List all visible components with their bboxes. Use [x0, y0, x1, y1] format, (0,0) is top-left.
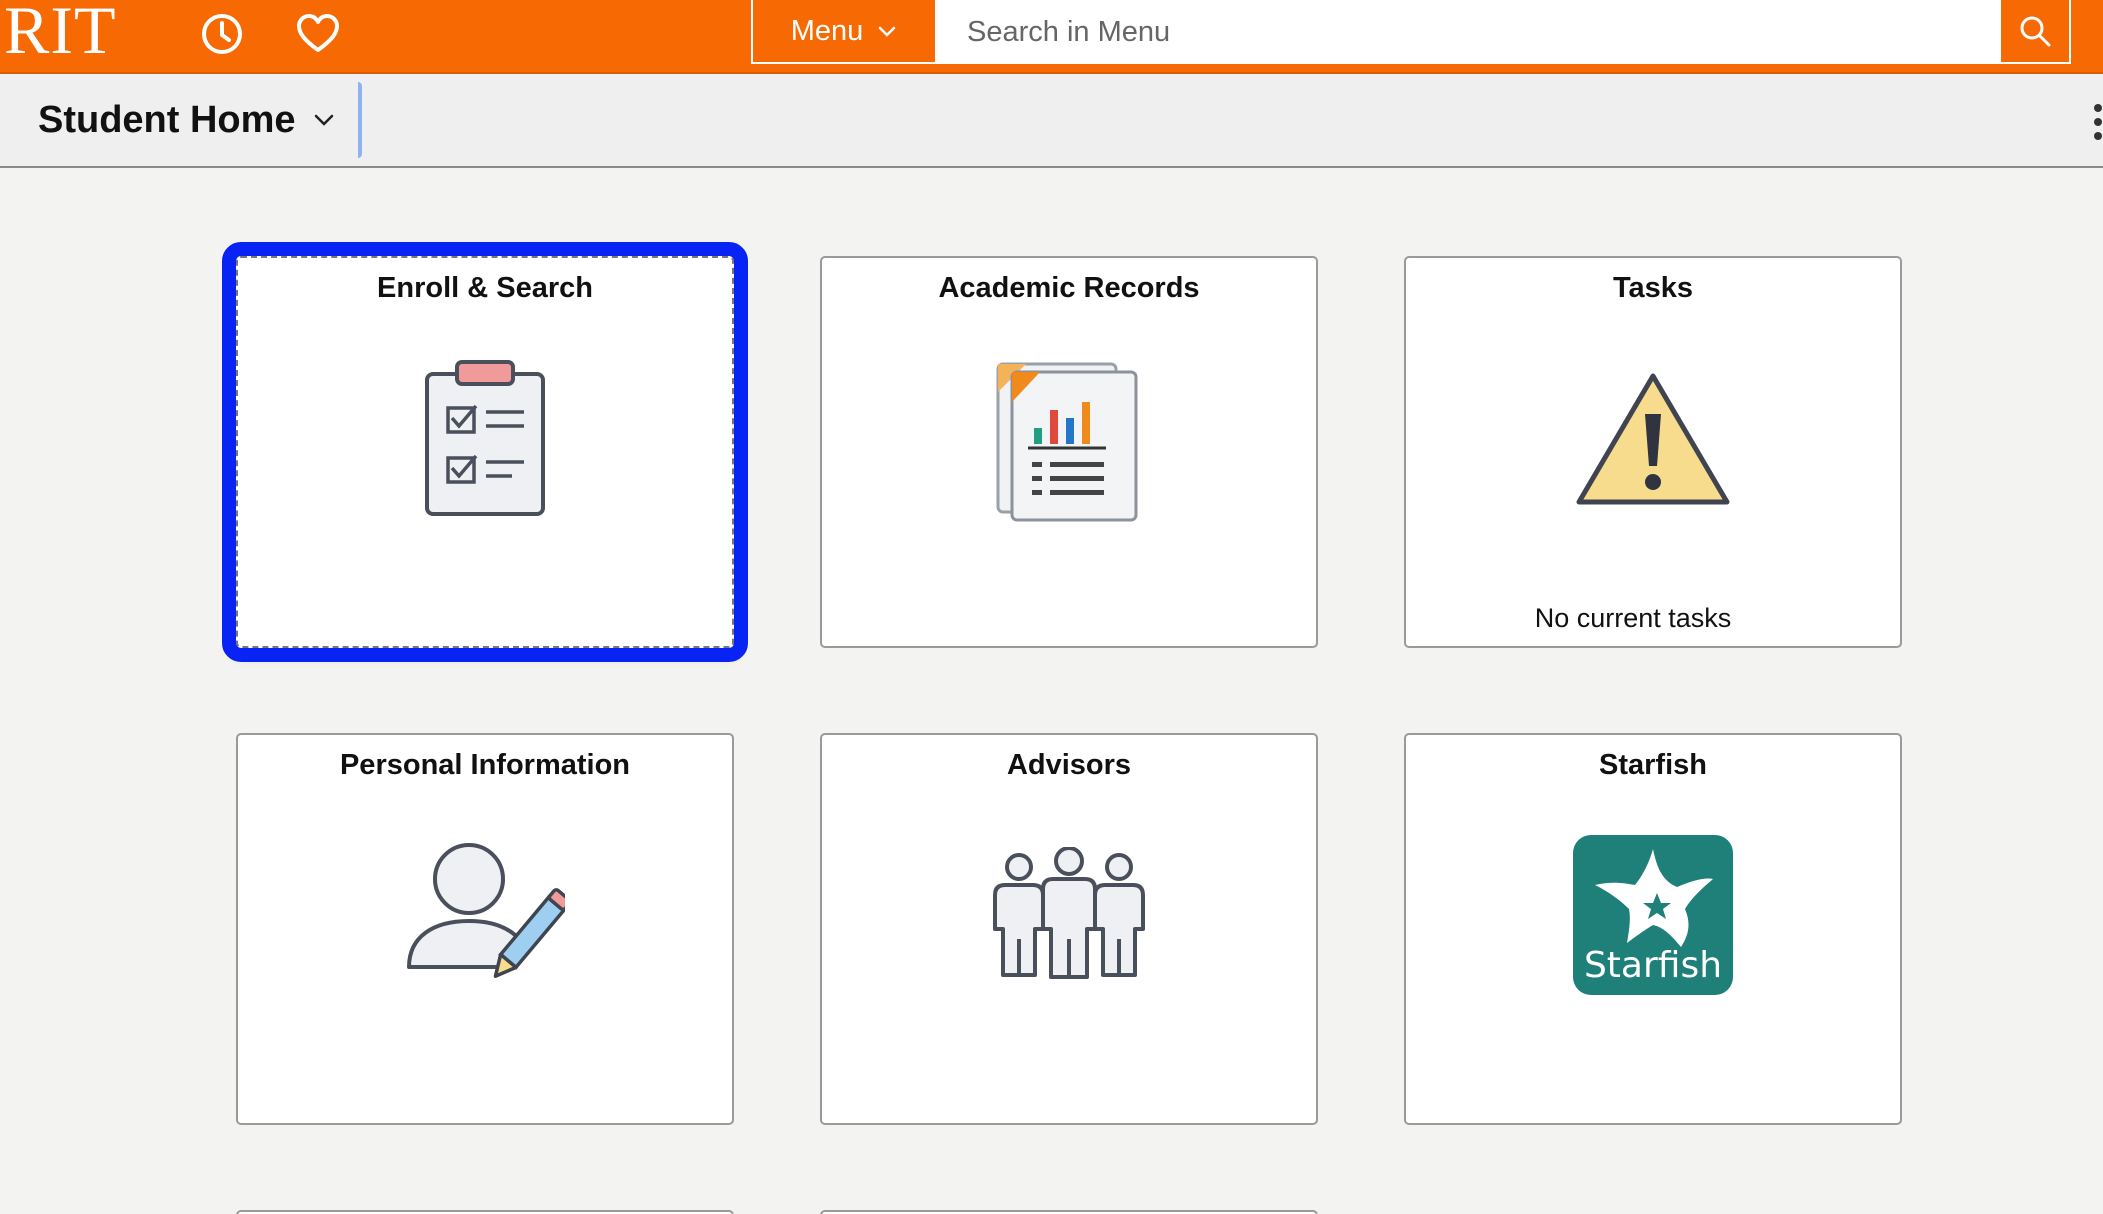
tile-advisors[interactable]: Advisors [820, 733, 1318, 1125]
tile-title: Personal Information [339, 749, 631, 781]
chevron-down-icon [879, 26, 896, 37]
tile-title: Starfish [1599, 749, 1707, 781]
tile-starfish[interactable]: Starfish Starfish [1404, 733, 1902, 1125]
starfish-logo-text: Starfish [1583, 945, 1723, 986]
tile-partial[interactable] [236, 1210, 734, 1214]
menu-button[interactable]: Menu [751, 0, 937, 64]
top-bar: RIT Menu [0, 0, 2103, 74]
tile-academic-records[interactable]: Academic Records [820, 256, 1318, 648]
menu-button-label: Menu [790, 14, 864, 47]
people-group-icon [989, 846, 1149, 992]
starfish-logo: Starfish [1573, 835, 1733, 995]
tile-tasks[interactable]: Tasks No current tasks [1404, 256, 1902, 648]
history-icon[interactable] [198, 10, 246, 58]
tile-partial[interactable] [820, 1210, 1318, 1214]
tile-title: Enroll & Search [377, 272, 593, 304]
tile-title: Tasks [1612, 272, 1694, 304]
search-icon [2020, 16, 2051, 47]
search-menu-input[interactable] [937, 0, 1999, 64]
favorites-heart-icon[interactable] [294, 10, 342, 58]
tile-title: Academic Records [938, 272, 1200, 304]
page-title: Student Home [38, 98, 296, 141]
tasks-status-text: No current tasks [1534, 603, 1732, 633]
report-chart-icon [994, 358, 1144, 527]
more-options-icon[interactable] [2093, 104, 2103, 140]
chevron-down-icon [314, 114, 333, 126]
warning-icon [1573, 370, 1733, 515]
tile-title: Advisors [1006, 749, 1132, 781]
search-button[interactable] [1999, 0, 2071, 64]
rit-logo[interactable]: RIT [4, 0, 117, 70]
tile-personal-information[interactable]: Personal Information [236, 733, 734, 1125]
homepage-selector[interactable]: Student Home [22, 82, 362, 158]
clipboard-checklist-icon [420, 358, 550, 523]
person-edit-icon [405, 841, 572, 996]
tile-enroll-search[interactable]: Enroll & Search [222, 242, 748, 662]
page-header-bar: Student Home [0, 74, 2103, 168]
